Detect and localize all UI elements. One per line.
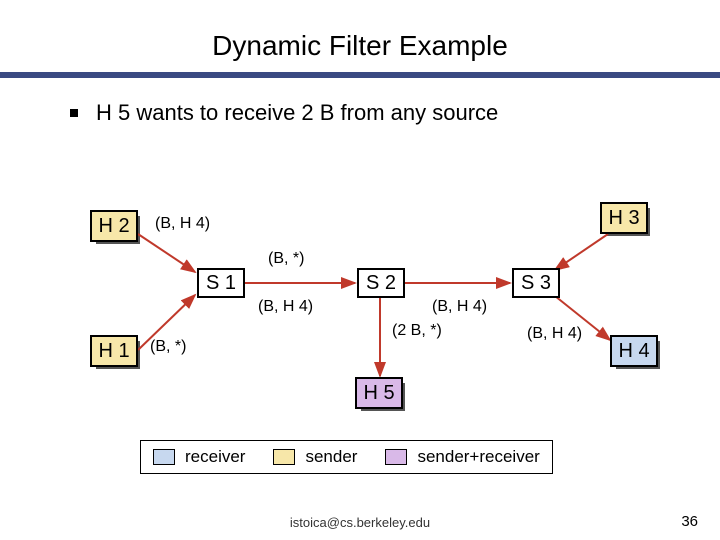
label-h2-s1: (B, H 4) — [155, 215, 210, 233]
legend-swatch-sender — [273, 449, 295, 465]
switch-s2: S 2 — [357, 268, 405, 298]
bullet-marker — [70, 109, 78, 117]
label-s2-h5: (2 B, *) — [392, 322, 442, 340]
legend-swatch-both — [385, 449, 407, 465]
slide-title: Dynamic Filter Example — [0, 0, 720, 72]
bullet-line: H 5 wants to receive 2 B from any source — [0, 78, 720, 126]
host-h5: H 5 — [355, 377, 403, 409]
label-s3-h4: (B, H 4) — [527, 325, 582, 343]
switch-s1: S 1 — [197, 268, 245, 298]
label-s1-s2-top: (B, *) — [268, 250, 304, 268]
label-s2-s3: (B, H 4) — [432, 298, 487, 316]
legend-label-sender: sender — [305, 447, 357, 467]
label-h1-s1: (B, *) — [150, 338, 186, 356]
network-diagram: H 2 H 1 H 3 H 4 H 5 S 1 S 2 S 3 (B, H 4)… — [0, 210, 720, 440]
host-h1: H 1 — [90, 335, 138, 367]
footer-email: istoica@cs.berkeley.edu — [0, 515, 720, 530]
host-h2: H 2 — [90, 210, 138, 242]
legend: receiver sender sender+receiver — [140, 440, 553, 474]
legend-swatch-receiver — [153, 449, 175, 465]
host-h4: H 4 — [610, 335, 658, 367]
legend-label-receiver: receiver — [185, 447, 245, 467]
switch-s3: S 3 — [512, 268, 560, 298]
page-number: 36 — [681, 513, 698, 530]
legend-label-both: sender+receiver — [417, 447, 539, 467]
host-h3: H 3 — [600, 202, 648, 234]
bullet-text: H 5 wants to receive 2 B from any source — [96, 100, 498, 126]
label-s1-s2-bot: (B, H 4) — [258, 298, 313, 316]
